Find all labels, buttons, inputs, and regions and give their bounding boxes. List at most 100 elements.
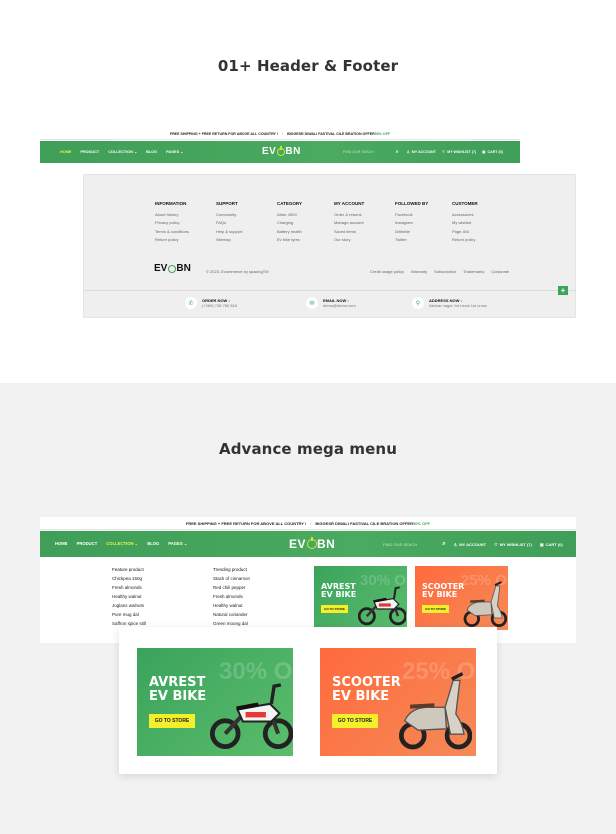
footer-link[interactable]: Ather 450X [277, 211, 302, 220]
go-to-store-button[interactable]: GO TO STORE [422, 605, 449, 613]
mega-menu-item[interactable]: Healthy walnut [213, 601, 250, 610]
mega-menu-item[interactable]: Joglans walnuts [112, 601, 146, 610]
logo-text-right: BN [285, 146, 301, 157]
footer-column-support: SUPPORT Community FAQs Help & support Si… [216, 200, 242, 245]
footer-logo-right: BN [176, 263, 191, 274]
search-icon[interactable]: ⌕ [442, 541, 445, 548]
footer-bottom-link[interactable]: Warranty [411, 269, 427, 274]
footer-bottom-link[interactable]: Subscription [434, 269, 456, 274]
mega-menu-item[interactable]: Fresh almonds [213, 592, 250, 601]
nav-menu: HOME PRODUCT COLLECTION ⌄ BLOG PAGES ⌄ [55, 541, 196, 546]
heart-icon: ♡ [494, 542, 498, 547]
footer-link[interactable]: Terms & conditions [155, 228, 189, 237]
footer-link[interactable]: Manage account [334, 219, 364, 228]
cart-link[interactable]: CART (0) [546, 542, 563, 547]
footer-link[interactable]: Ev bike tyres [277, 236, 302, 245]
search-input[interactable]: FIND OUR SEACH [343, 150, 374, 154]
mega-menu-item[interactable]: Healthy walnut [112, 592, 146, 601]
mega-menu-item[interactable]: Fresh almonds [112, 583, 146, 592]
header-navbar: HOME PRODUCT COLLECTION ⌄ BLOG PAGES ⌄ E… [40, 531, 576, 557]
go-to-store-button[interactable]: GO TO STORE [149, 714, 195, 728]
site-logo[interactable]: EV BN [262, 146, 301, 157]
footer-column-heading: SUPPORT [216, 201, 238, 206]
heart-icon: ♡ [441, 150, 446, 154]
go-to-store-button[interactable]: GO TO STORE [332, 714, 378, 728]
nav-item-home[interactable]: HOME [60, 150, 71, 154]
power-icon [276, 147, 285, 156]
footer-link[interactable]: FAQs [216, 219, 242, 228]
footer-column-heading: CATEGORY [277, 201, 303, 206]
footer-link[interactable]: Order & returns [334, 211, 364, 220]
my-account-link[interactable]: MY ACCOUNT [412, 150, 436, 154]
footer-column-heading: MY ACCOUNT [334, 201, 365, 206]
promo-title-line2: EV BIKE [321, 590, 357, 600]
footer-link[interactable]: Page 404 [452, 228, 478, 237]
search-input[interactable]: FIND OUR SEACH [383, 542, 417, 547]
footer-link[interactable]: Twitter [395, 236, 428, 245]
footer-logo[interactable]: EV BN [154, 263, 191, 274]
footer-link[interactable]: About history [155, 211, 189, 220]
footer-link[interactable]: Saved items [334, 228, 364, 237]
footer-link[interactable]: Help & support [216, 228, 242, 237]
footer-link[interactable]: Community [216, 211, 242, 220]
footer-column-followed-by: FOLLOWED BY Facebook Instagram Dribbble … [395, 200, 428, 245]
footer-link[interactable]: Instagram [395, 219, 428, 228]
nav-item-product[interactable]: PRODUCT [77, 541, 98, 546]
announcement-offer-text: BIGGESR DIWALI FASTIVAL CILE BRATION OFF… [315, 520, 413, 526]
footer-link[interactable]: Accessories [452, 211, 478, 220]
my-account-link[interactable]: MY ACCOUNT [459, 542, 486, 547]
wishlist-link[interactable]: MY WISHLIST (7) [500, 542, 532, 547]
footer-preview: INFORMATION About history Privacy policy… [83, 174, 576, 318]
promo-banner-scooter-large[interactable]: 25% OFF SCOOTER EV BIKE GO TO STORE [320, 648, 476, 756]
footer-link[interactable]: My wishlist [452, 219, 478, 228]
power-icon [167, 264, 176, 273]
mega-menu-item[interactable]: Chickpea 150g [112, 574, 146, 583]
footer-column-heading: CUSTOMER [452, 201, 478, 206]
search-icon[interactable]: ⌕ [396, 149, 399, 155]
nav-item-collection-label: COLLECTION [106, 541, 134, 546]
site-logo[interactable]: EV BN [289, 537, 335, 551]
footer-column-heading: FOLLOWED BY [395, 201, 429, 206]
location-pin-icon: ⚲ [412, 297, 424, 309]
footer-bottom-link[interactable]: Trademarks [463, 269, 484, 274]
mega-menu-item[interactable]: Stack of cinnamon [213, 574, 250, 583]
footer-bottom-link[interactable]: Corporate [491, 269, 509, 274]
footer-link[interactable]: Charging [277, 219, 302, 228]
promo-banner-scooter-small[interactable]: 25% OFF SCOOTER EV BIKE GO TO STORE [415, 566, 508, 630]
nav-item-blog[interactable]: BLOG [146, 150, 157, 154]
phone-icon: ✆ [185, 297, 197, 309]
logo-text-left: EV [289, 537, 307, 551]
nav-actions: FIND OUR SEACH ⌕ ♙ MY ACCOUNT ♡ MY WISHLIS… [343, 149, 503, 155]
promo-banner-avrest-large[interactable]: 30% OFF AVREST EV BIKE GO TO STORE [137, 648, 293, 756]
nav-item-collection[interactable]: COLLECTION ⌄ [108, 149, 137, 154]
nav-item-home[interactable]: HOME [55, 541, 68, 546]
footer-link[interactable]: Return policy [155, 236, 189, 245]
footer-link[interactable]: Dribbble [395, 228, 428, 237]
mega-menu-item[interactable]: Red chili pepper [213, 583, 250, 592]
nav-menu: HOME PRODUCT COLLECTION ⌄ BLOG PAGES ⌄ [60, 149, 192, 155]
announcement-text: FREE SHIPPING + FREE RETURN FOR ABOVE AL… [169, 131, 279, 136]
nav-item-product[interactable]: PRODUCT [80, 150, 99, 154]
copyright-text: © 2023, Ecommerce by spacingTM [206, 269, 269, 274]
nav-item-collection[interactable]: COLLECTION ⌄ [106, 541, 138, 546]
footer-bottom-link[interactable]: Credit usage policy [370, 269, 404, 274]
mega-menu-item[interactable]: Pure mug dal [112, 610, 146, 619]
mega-menu-heading: Feature product [112, 567, 144, 572]
nav-item-blog[interactable]: BLOG [147, 541, 159, 546]
footer-link[interactable]: Return policy [452, 236, 478, 245]
plus-button[interactable]: + [558, 286, 568, 295]
wishlist-link[interactable]: MY WISHLIST (7) [447, 150, 476, 154]
footer-link[interactable]: Privacy policy [155, 219, 189, 228]
go-to-store-button[interactable]: GO TO STORE [321, 605, 348, 613]
cart-link[interactable]: CART (0) [488, 150, 503, 154]
footer-link[interactable]: Facebook [395, 211, 428, 220]
footer-link[interactable]: Our story [334, 236, 364, 245]
nav-item-pages[interactable]: PAGES ⌄ [168, 541, 187, 546]
cart-icon: ▣ [539, 542, 544, 547]
footer-link[interactable]: Sitemap [216, 236, 242, 245]
contact-email: ✉ EMAIL NOW : demo@demo.com [306, 297, 356, 309]
nav-item-pages[interactable]: PAGES ⌄ [166, 149, 183, 154]
mega-menu-item[interactable]: Natural coriander [213, 610, 250, 619]
footer-link[interactable]: Battery health [277, 228, 302, 237]
promo-banner-avrest-small[interactable]: 30% OFF AVREST EV BIKE GO TO STORE [314, 566, 407, 630]
